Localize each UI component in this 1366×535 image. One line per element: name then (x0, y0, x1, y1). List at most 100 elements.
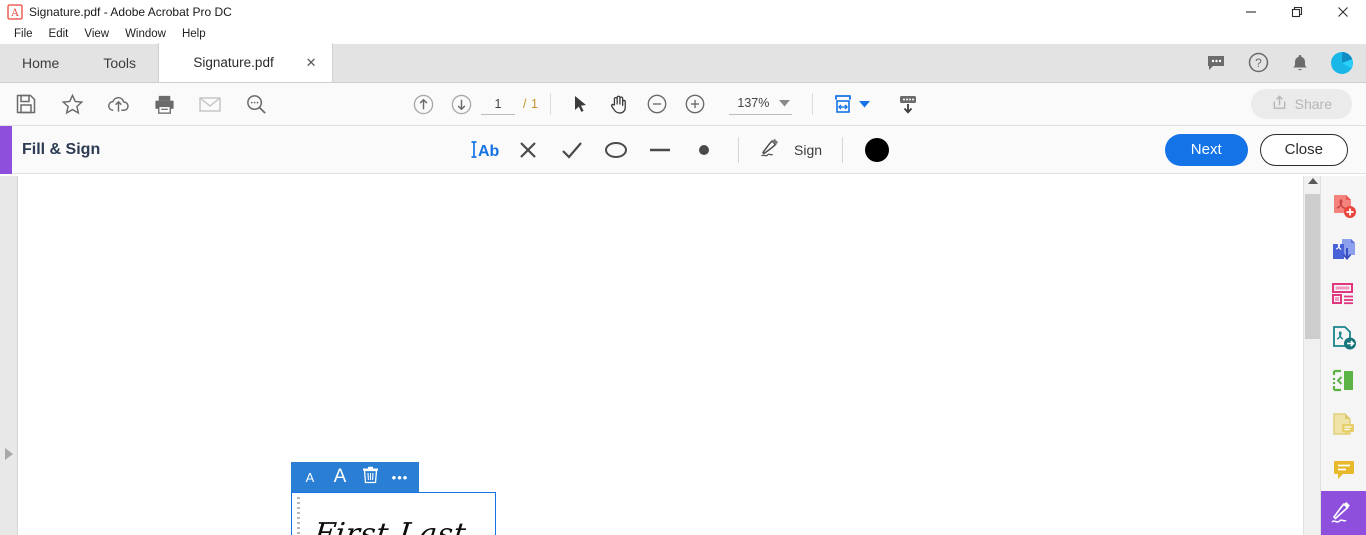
title-bar: A Signature.pdf - Adobe Acrobat Pro DC (0, 0, 1366, 24)
save-icon[interactable] (8, 86, 44, 122)
document-tab-label: Signature.pdf (193, 55, 274, 70)
tab-bar-actions: ? (1204, 43, 1366, 82)
svg-text:?: ? (1255, 56, 1262, 70)
export-pdf-tool[interactable] (1321, 228, 1366, 272)
page-total-label: / 1 (523, 97, 539, 111)
window-controls (1228, 0, 1366, 24)
fill-sign-tool[interactable] (1320, 491, 1366, 535)
share-upload-icon (1271, 94, 1288, 114)
zoom-in-icon[interactable] (677, 86, 713, 122)
hand-icon[interactable] (601, 86, 637, 122)
vertical-scrollbar[interactable] (1303, 176, 1320, 535)
cursor-icon[interactable] (563, 86, 599, 122)
menu-edit[interactable]: Edit (41, 24, 77, 44)
color-swatch-button[interactable] (855, 133, 899, 167)
comment-bubble-icon[interactable] (1204, 51, 1228, 75)
convert-pdf-tool[interactable] (1321, 316, 1366, 360)
print-icon[interactable] (146, 86, 182, 122)
tab-bar: Home Tools Signature.pdf ✕ ? (0, 43, 1366, 83)
decrease-font-size-button[interactable]: A (295, 462, 325, 492)
nav-home[interactable]: Home (0, 43, 81, 82)
toolbar-center-group: / 1 137% (405, 86, 926, 122)
share-label: Share (1294, 96, 1332, 112)
line-tool-button[interactable] (638, 133, 682, 167)
share-button[interactable]: Share (1250, 89, 1352, 119)
chevron-down-icon[interactable] (779, 94, 791, 112)
toolbar-divider (550, 93, 552, 115)
svg-text:A: A (10, 8, 19, 19)
expand-left-panel-icon[interactable] (5, 448, 13, 460)
signature-value: First Last (312, 517, 468, 535)
field-drag-handle[interactable] (297, 497, 300, 535)
zoom-level-value: 137% (737, 95, 770, 110)
sign-label: Sign (794, 141, 823, 158)
menu-view[interactable]: View (76, 24, 117, 44)
close-icon[interactable]: ✕ (302, 54, 320, 72)
menu-help[interactable]: Help (174, 24, 214, 44)
zoom-out-icon[interactable] (639, 86, 675, 122)
minimize-button[interactable] (1228, 0, 1274, 24)
menu-bar: File Edit View Window Help (0, 24, 1366, 44)
decrease-font-size-glyph: A (305, 469, 315, 485)
cross-tool-button[interactable] (506, 133, 550, 167)
prev-page-icon[interactable] (405, 86, 441, 122)
help-circle-icon[interactable]: ? (1246, 51, 1270, 75)
fill-sign-divider (738, 136, 739, 163)
fit-width-icon[interactable] (825, 86, 861, 122)
fill-sign-actions: Next Close (1164, 133, 1348, 166)
acrobat-app-icon: A (7, 4, 23, 20)
tools-rail (1320, 176, 1366, 535)
menu-window[interactable]: Window (117, 24, 174, 44)
comment-tool[interactable] (1321, 447, 1366, 491)
nav-tools[interactable]: Tools (81, 43, 158, 82)
ellipse-tool-button[interactable] (594, 133, 638, 167)
document-tab[interactable]: Signature.pdf ✕ (158, 43, 334, 82)
page-number-input[interactable] (481, 93, 515, 115)
increase-font-size-glyph: A (333, 466, 347, 487)
scroll-up-arrow-icon[interactable] (1308, 178, 1318, 184)
signature-form-field[interactable]: First Last (291, 492, 496, 535)
document-page[interactable]: Signature Date A A (18, 176, 1303, 535)
fill-sign-toolbar: Fill & Sign Ab Sign Next Close (0, 126, 1366, 174)
next-button[interactable]: Next (1164, 133, 1248, 166)
increase-font-size-button[interactable]: A (325, 462, 355, 492)
notification-bell-icon[interactable] (1288, 51, 1312, 75)
text-tool-glyph: Ab (478, 143, 499, 160)
text-tool-button[interactable]: Ab (462, 133, 506, 167)
next-page-icon[interactable] (443, 86, 479, 122)
more-options-button[interactable]: ••• (385, 462, 415, 492)
workspace: Signature Date A A (0, 176, 1366, 535)
restore-button[interactable] (1274, 0, 1320, 24)
create-pdf-tool[interactable] (1321, 184, 1366, 228)
menu-file[interactable]: File (6, 24, 41, 44)
email-icon[interactable] (192, 86, 228, 122)
checkmark-tool-button[interactable] (550, 133, 594, 167)
sign-button[interactable]: Sign (751, 133, 830, 167)
cloud-upload-icon[interactable] (100, 86, 136, 122)
close-fill-sign-button[interactable]: Close (1259, 133, 1348, 166)
page-scroll-icon[interactable] (890, 86, 926, 122)
scrollbar-thumb[interactable] (1305, 194, 1320, 339)
fill-sign-divider-2 (842, 136, 844, 163)
organize-pages-tool[interactable] (1321, 272, 1366, 316)
left-panel-collapsed[interactable] (0, 176, 18, 535)
fill-sign-accent-bar (0, 126, 12, 174)
signature-field-toolbar: A A ••• (291, 462, 419, 492)
toolbar-divider-2 (812, 93, 814, 115)
delete-field-button[interactable] (355, 462, 385, 492)
fill-sign-tools: Ab Sign (462, 133, 899, 167)
star-icon[interactable] (54, 86, 90, 122)
close-button[interactable] (1320, 0, 1366, 24)
fill-sign-title: Fill & Sign (22, 140, 101, 158)
user-avatar-icon[interactable] (1330, 51, 1354, 75)
pen-signature-icon (759, 135, 787, 164)
main-toolbar: / 1 137% (0, 83, 1366, 126)
comment-doc-tool[interactable] (1321, 403, 1366, 447)
fit-width-chevron-icon[interactable] (859, 95, 871, 113)
ellipsis-icon: ••• (391, 469, 409, 485)
search-icon[interactable] (238, 86, 274, 122)
zoom-level-control[interactable]: 137% (729, 94, 793, 115)
dot-tool-button[interactable] (682, 133, 726, 167)
compress-pdf-tool[interactable] (1321, 360, 1366, 404)
trash-icon (362, 466, 379, 489)
